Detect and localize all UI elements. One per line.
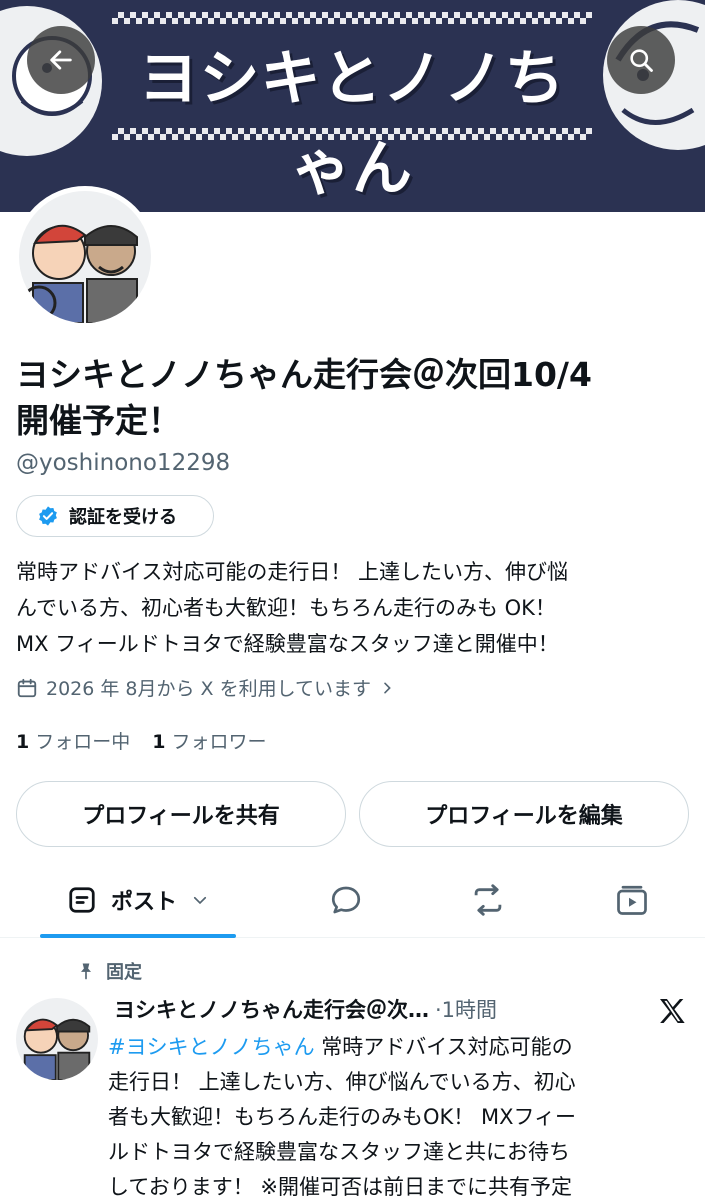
x-logo-button[interactable]: [656, 995, 688, 1031]
chevron-down-icon[interactable]: [191, 891, 209, 909]
hashtag-link[interactable]: #ヨシキとノノちゃん: [108, 1035, 315, 1059]
get-verified-label: 認証を受ける: [69, 507, 177, 528]
chevron-right-icon: [384, 682, 391, 693]
share-profile-button[interactable]: プロフィールを共有: [16, 781, 346, 847]
profile-bio: 常時アドバイス対応可能の走行日！ 上達したい方、伸び悩 んでいる方、初心者も大歓…: [16, 554, 696, 662]
post-line: 走行日！ 上達したい方、伸び悩んでいる方、初心: [108, 1070, 576, 1094]
followers-count: 1: [152, 731, 166, 753]
bio-line: MX フィールドトヨタで経験豊富なスタッフ達と開催中！: [16, 632, 559, 656]
post-line-text: 常時アドバイス対応可能の: [314, 1035, 573, 1059]
pin-icon: [81, 963, 91, 980]
follow-stats: 1 フォロー中 1 フォロワー: [16, 727, 267, 754]
pinned-label: 固定: [106, 962, 142, 983]
tab-posts[interactable]: ポスト: [40, 862, 236, 938]
joined-date[interactable]: 2026 年 8月から X を利用しています: [16, 674, 395, 701]
tab-replies[interactable]: [310, 862, 382, 938]
followers-label: フォロワー: [171, 731, 267, 753]
following-count: 1: [16, 731, 30, 753]
posts-tab-icon: [69, 887, 95, 913]
post-author-name[interactable]: ヨシキとノノちゃん走行会＠次…: [114, 994, 429, 1024]
post-author-avatar[interactable]: [16, 998, 98, 1080]
reply-bubble-icon: [331, 886, 361, 914]
following-link[interactable]: 1 フォロー中: [16, 727, 130, 754]
post-line: ルドトヨタで経験豊富なスタッフ達と共にお待ち: [108, 1140, 570, 1164]
display-name-line-1: ヨシキとノノちゃん走行会＠次回10/4: [16, 355, 592, 394]
post-line: しております！ ※開催可否は前日までに共有予定: [108, 1175, 573, 1199]
repost-icon: [474, 884, 502, 916]
user-handle: @yoshinono12298: [16, 450, 231, 476]
media-play-icon: [617, 885, 647, 915]
tab-media[interactable]: [596, 862, 668, 938]
banner-checker-bottom: [112, 128, 592, 140]
verified-badge-icon: [39, 506, 57, 526]
pinned-indicator: 固定: [76, 958, 142, 984]
tab-posts-label: ポスト: [110, 890, 177, 915]
post-line: 者も大歓迎！もちろん走行のみもOK！ MXフィー: [108, 1105, 577, 1129]
display-name: ヨシキとノノちゃん走行会＠次回10/4 開催予定！: [16, 352, 688, 444]
display-name-line-2: 開催予定！: [16, 401, 181, 440]
tab-reposts[interactable]: [452, 862, 524, 938]
post-header: ヨシキとノノちゃん走行会＠次… ·1時間: [114, 992, 688, 1026]
active-tab-indicator: [40, 934, 236, 938]
edit-profile-button[interactable]: プロフィールを編集: [359, 781, 689, 847]
banner-checker-top: [112, 12, 592, 24]
following-label: フォロー中: [35, 731, 131, 753]
banner-title: ヨシキとノノちゃん: [138, 44, 566, 204]
back-button[interactable]: [27, 26, 95, 94]
post-line: #ヨシキとノノちゃん 常時アドバイス対応可能の: [108, 1030, 700, 1065]
back-arrow-icon: [50, 50, 72, 70]
bio-line: んでいる方、初心者も大歓迎！もちろん走行のみも OK！: [16, 596, 556, 620]
search-button[interactable]: [607, 26, 675, 94]
post-text: #ヨシキとノノちゃん 常時アドバイス対応可能の 走行日！ 上達したい方、伸び悩ん…: [108, 1030, 700, 1200]
search-icon: [630, 49, 653, 72]
post-timestamp[interactable]: ·1時間: [435, 994, 497, 1024]
bio-line: 常時アドバイス対応可能の走行日！ 上達したい方、伸び悩: [16, 560, 569, 584]
profile-tabs: ポスト: [0, 862, 705, 938]
calendar-icon: [17, 678, 37, 697]
followers-link[interactable]: 1 フォロワー: [152, 727, 266, 754]
get-verified-button[interactable]: 認証を受ける: [16, 495, 214, 537]
profile-banner[interactable]: ヨシキとノノちゃん: [0, 0, 705, 212]
profile-avatar[interactable]: [14, 186, 156, 328]
joined-label: 2026 年 8月から X を利用しています: [46, 678, 372, 700]
x-logo-icon: [660, 999, 685, 1023]
